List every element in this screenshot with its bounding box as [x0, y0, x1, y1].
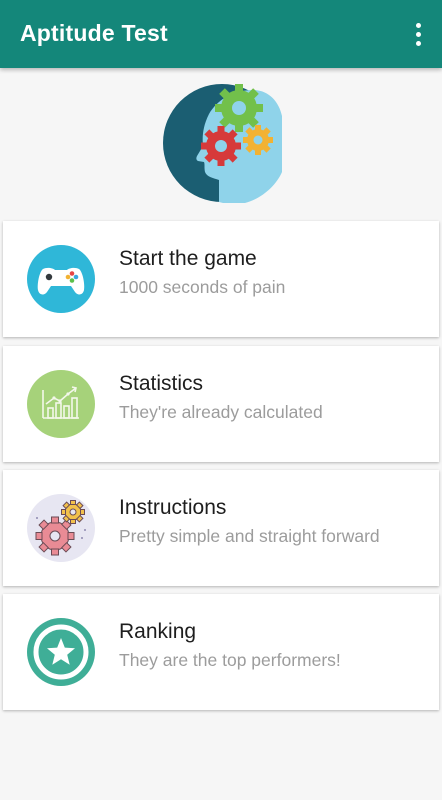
star-badge-icon [27, 618, 95, 686]
menu-item-subtitle: They are the top performers! [119, 650, 341, 670]
app-screen: Aptitude Test Start the game 1000 second… [0, 0, 442, 800]
menu-item-start-game[interactable]: Start the game 1000 seconds of pain [3, 221, 439, 337]
head-with-gears-icon [163, 84, 282, 203]
menu-item-title: Instructions [119, 496, 227, 519]
gamepad-icon [27, 245, 95, 313]
menu-item-subtitle: Pretty simple and straight forward [119, 526, 380, 546]
chart-icon [27, 370, 95, 438]
more-vert-icon[interactable] [406, 18, 430, 50]
menu-item-title: Statistics [119, 372, 204, 395]
gears-icon [27, 494, 95, 562]
menu-item-statistics[interactable]: Statistics They're already calculated [3, 346, 439, 462]
menu-item-instructions[interactable]: Instructions Pretty simple and straight … [3, 470, 439, 586]
app-bar: Aptitude Test [0, 0, 442, 68]
menu-item-subtitle: 1000 seconds of pain [119, 277, 286, 297]
menu-item-title: Ranking [119, 620, 197, 643]
app-title: Aptitude Test [20, 20, 168, 46]
menu-item-title: Start the game [119, 247, 257, 270]
menu-item-subtitle: They're already calculated [119, 402, 323, 422]
menu-item-ranking[interactable]: Ranking They are the top performers! [3, 594, 439, 710]
